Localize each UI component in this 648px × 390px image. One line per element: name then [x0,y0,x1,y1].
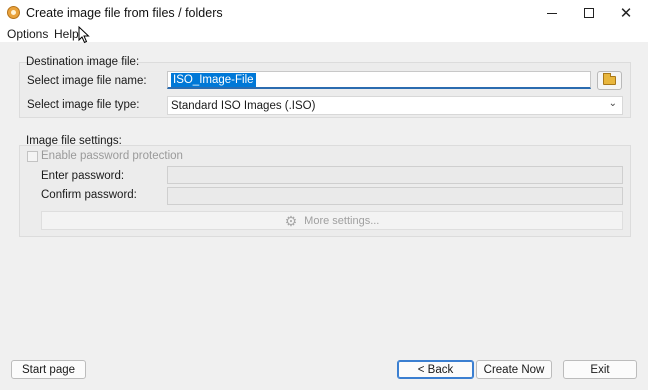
more-settings-button[interactable]: ⚙ More settings... [41,211,623,230]
image-type-value: Standard ISO Images (.ISO) [171,100,316,112]
image-type-select[interactable]: Standard ISO Images (.ISO) ⌄ [167,96,623,115]
folder-icon [603,73,616,85]
close-button[interactable]: ✕ [604,0,648,26]
exit-button[interactable]: Exit [563,360,637,379]
mouse-cursor-icon [78,26,90,44]
back-button[interactable]: < Back [397,360,474,379]
confirm-password-label: Confirm password: [41,189,137,201]
minimize-icon [547,12,557,14]
password-protection-checkbox[interactable] [27,150,38,162]
confirm-password-input[interactable] [167,187,623,205]
enter-password-label: Enter password: [41,170,125,182]
destination-group-title: Destination image file: [26,56,140,68]
browse-button[interactable] [597,71,622,90]
image-name-label: Select image file name: [27,75,147,87]
menu-options[interactable]: Options [7,27,48,41]
image-type-label: Select image file type: [27,99,140,111]
start-page-button[interactable]: Start page [11,360,86,379]
create-now-button[interactable]: Create Now [476,360,552,379]
title-bar: Create image file from files / folders ✕ [0,0,648,26]
gear-icon: ⚙ [284,212,298,229]
window-title: Create image file from files / folders [26,6,223,20]
image-name-value: ISO_Image-File [171,73,256,87]
menu-help[interactable]: Help [54,27,79,41]
password-protection-row: Enable password protection [27,150,183,162]
menu-bar: Options Help [0,26,648,42]
more-settings-label: More settings... [304,214,380,227]
enter-password-input[interactable] [167,166,623,184]
close-icon: ✕ [619,4,633,22]
app-icon [7,6,20,19]
chevron-down-icon: ⌄ [608,98,617,109]
settings-group-title: Image file settings: [26,135,122,147]
image-name-input[interactable]: ISO_Image-File [167,71,591,89]
maximize-icon [584,8,594,18]
password-protection-label: Enable password protection [41,150,183,162]
